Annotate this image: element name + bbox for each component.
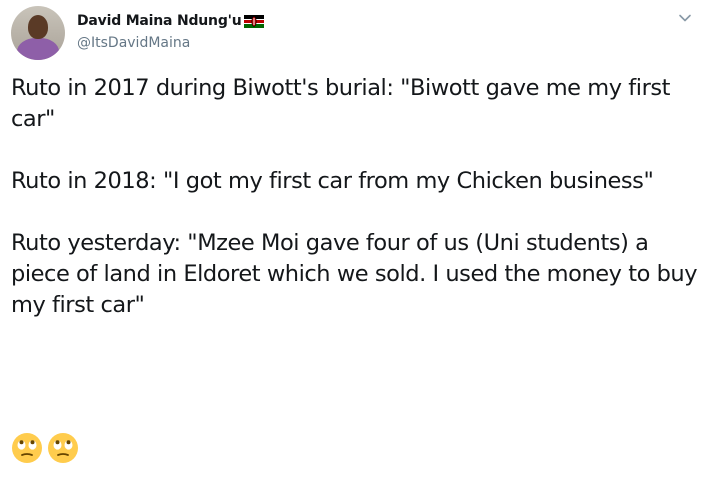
chevron-down-icon[interactable] (677, 10, 693, 26)
emoji-row (11, 432, 79, 464)
rolling-eyes-emoji-icon (12, 433, 42, 463)
tweet-paragraph: Ruto in 2017 during Biwott's burial: "Bi… (11, 75, 671, 132)
author-display-name[interactable]: David Maina Ndung'u (77, 13, 242, 29)
tweet-text: Ruto in 2017 during Biwott's burial: "Bi… (11, 73, 701, 352)
author-name-row: David Maina Ndung'u (77, 11, 264, 31)
tweet-card: David Maina Ndung'u @ItsDavidMaina Ruto … (0, 0, 704, 485)
tweet-paragraph: Ruto yesterday: "Mzee Moi gave four of u… (11, 230, 698, 318)
tweet-paragraph: Ruto in 2018: "I got my first car from m… (11, 168, 654, 194)
avatar-face (28, 15, 48, 39)
rolling-eyes-emoji-icon (48, 433, 78, 463)
author-handle[interactable]: @ItsDavidMaina (77, 35, 190, 51)
kenya-flag-icon (243, 14, 264, 28)
avatar-shirt (17, 38, 59, 60)
avatar[interactable] (11, 6, 65, 60)
